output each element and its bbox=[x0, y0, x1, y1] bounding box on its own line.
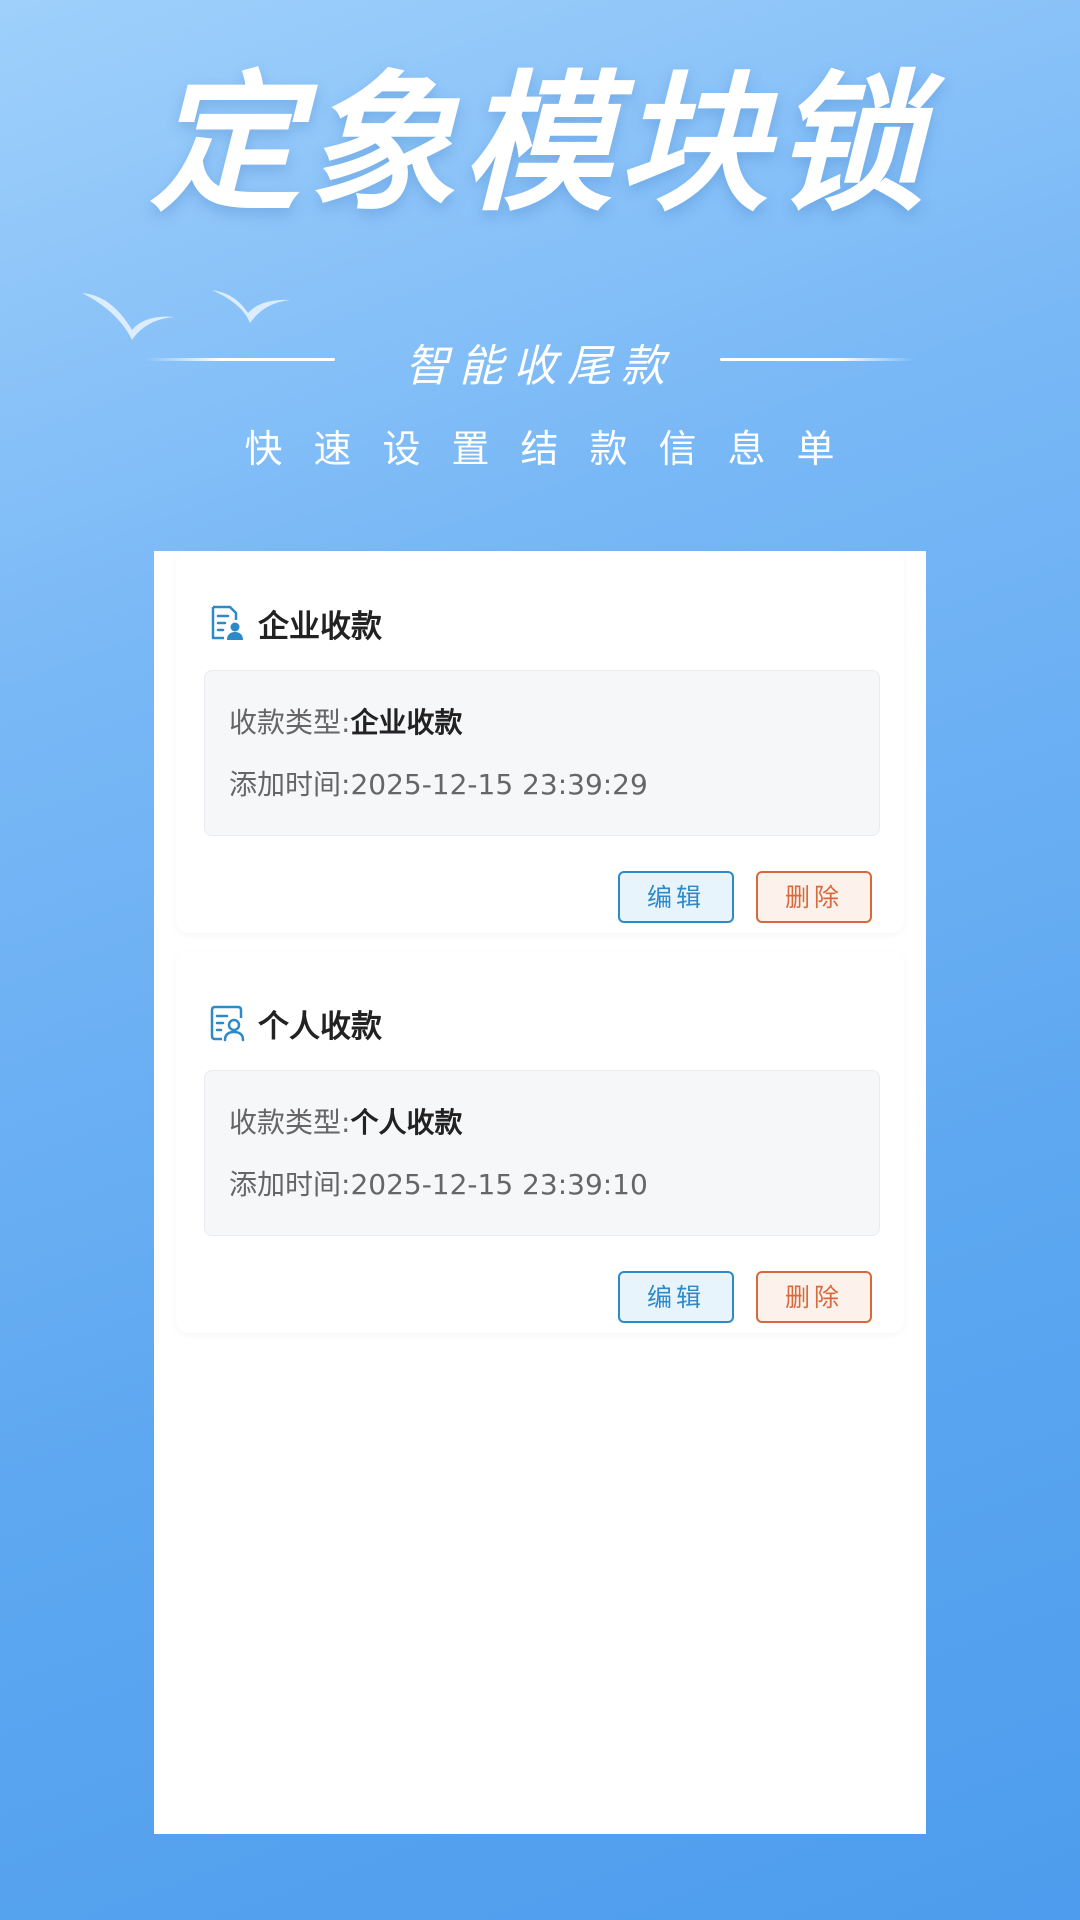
info-box: 收款类型:企业收款 添加时间:2025-12-15 23:39:29 bbox=[204, 670, 880, 836]
time-row: 添加时间:2025-12-15 23:39:10 bbox=[229, 1163, 648, 1203]
hero-title: 定象模块锁 bbox=[149, 58, 930, 232]
card-title: 企业收款 bbox=[258, 608, 382, 645]
delete-button[interactable]: 删除 bbox=[756, 1271, 872, 1323]
divider-right bbox=[720, 358, 915, 361]
time-value: 2025-12-15 23:39:29 bbox=[350, 768, 648, 801]
record-card-personal: 个人收款 收款类型:个人收款 添加时间:2025-12-15 23:39:10 … bbox=[176, 951, 904, 1333]
type-label: 收款类型: bbox=[229, 1106, 351, 1139]
record-card-enterprise: 企业收款 收款类型:企业收款 添加时间:2025-12-15 23:39:29 … bbox=[176, 551, 904, 933]
card-title: 个人收款 bbox=[258, 1008, 382, 1045]
card-header: 企业收款 bbox=[208, 603, 382, 645]
type-value: 个人收款 bbox=[350, 1106, 463, 1139]
time-label: 添加时间: bbox=[229, 768, 351, 801]
type-label: 收款类型: bbox=[229, 706, 351, 739]
records-panel: 企业收款 收款类型:企业收款 添加时间:2025-12-15 23:39:29 … bbox=[154, 551, 926, 1834]
edit-button[interactable]: 编辑 bbox=[618, 1271, 734, 1323]
subtitle-row: 智能收尾款 bbox=[0, 330, 1080, 392]
type-row: 收款类型:个人收款 bbox=[229, 1101, 462, 1141]
edit-button[interactable]: 编辑 bbox=[618, 871, 734, 923]
time-value: 2025-12-15 23:39:10 bbox=[350, 1168, 648, 1201]
delete-button[interactable]: 删除 bbox=[756, 871, 872, 923]
info-box: 收款类型:个人收款 添加时间:2025-12-15 23:39:10 bbox=[204, 1070, 880, 1236]
time-row: 添加时间:2025-12-15 23:39:29 bbox=[229, 763, 648, 803]
type-row: 收款类型:企业收款 bbox=[229, 701, 462, 741]
document-user-icon bbox=[211, 605, 243, 640]
time-label: 添加时间: bbox=[229, 1168, 351, 1201]
person-card-icon bbox=[210, 1005, 245, 1042]
hero-subtitle: 智能收尾款 bbox=[405, 341, 675, 392]
hero-tagline: 快速设置结款信息单 bbox=[244, 427, 866, 471]
divider-left bbox=[145, 358, 335, 361]
card-header: 个人收款 bbox=[208, 1003, 382, 1045]
type-value: 企业收款 bbox=[350, 706, 463, 739]
